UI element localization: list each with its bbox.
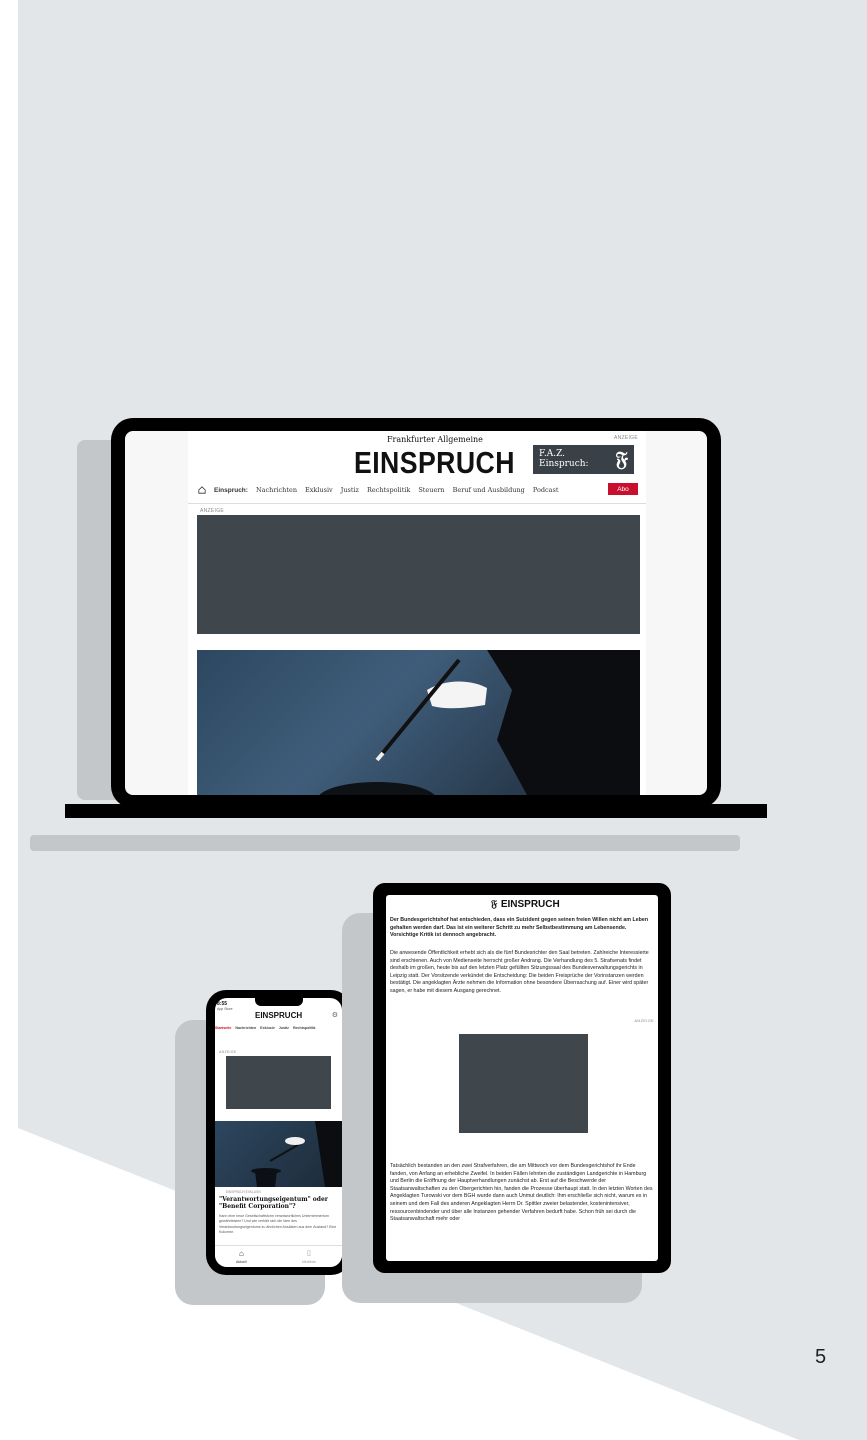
- phone-article-teaser: Kann eine neue Gesellschaftsform verantw…: [219, 1214, 337, 1235]
- nav-item-nachrichten[interactable]: Nachrichten: [256, 486, 297, 494]
- phone-tab-bar: ⌂ Aktuell ▯ Merkliste: [215, 1245, 342, 1267]
- nav-item-podcast[interactable]: Podcast: [533, 486, 559, 494]
- phone-tabs: Startseite Nachrichten Exklusiv Justiz R…: [215, 1026, 316, 1030]
- phone-screen: 8:55 App Store EINSPRUCH ⚙ Startseite Na…: [215, 998, 342, 1267]
- document-icon[interactable]: ▯: [307, 1249, 311, 1257]
- laptop-screen: ANZEIGE Frankfurter Allgemeine EINSPRUCH…: [125, 431, 707, 795]
- site-masthead[interactable]: EINSPRUCH: [354, 445, 515, 481]
- phone-ad-label: ANZEIGE: [219, 1050, 237, 1054]
- nav-item-steuern[interactable]: Steuern: [418, 486, 444, 494]
- tablet-frame: 𝔉 EINSPRUCH Der Bundesgerichtshof hat en…: [373, 883, 671, 1273]
- tablet-paragraph-1: Die anwesende Öffentlichkeit erhebt sich…: [390, 950, 649, 994]
- tablet-masthead[interactable]: 𝔉 EINSPRUCH: [491, 899, 560, 910]
- divider: [188, 503, 646, 504]
- tab-exklusiv[interactable]: Exklusiv: [260, 1026, 275, 1030]
- ad-label: ANZEIGE: [200, 508, 225, 514]
- main-navigation: Einspruch: Nachrichten Exklusiv Justiz R…: [198, 486, 558, 494]
- tablet-screen: 𝔉 EINSPRUCH Der Bundesgerichtshof hat en…: [386, 895, 658, 1261]
- phone-frame: 8:55 App Store EINSPRUCH ⚙ Startseite Na…: [206, 990, 351, 1275]
- phone-masthead[interactable]: EINSPRUCH: [255, 1011, 302, 1020]
- nav-item-beruf[interactable]: Beruf und Ausbildung: [453, 486, 525, 494]
- tablet-paragraph-2: Tatsächlich bestanden an den zwei Strafv…: [390, 1163, 653, 1223]
- faz-einspruch-banner[interactable]: F.A.Z. Einspruch: 𝔉: [533, 445, 634, 474]
- phone-hero-image[interactable]: [215, 1121, 342, 1187]
- tab-aktuell[interactable]: Aktuell: [236, 1260, 247, 1264]
- laptop-frame: ANZEIGE Frankfurter Allgemeine EINSPRUCH…: [111, 418, 721, 808]
- tab-justiz[interactable]: Justiz: [279, 1026, 289, 1030]
- faz-logo-icon: 𝔉: [615, 447, 628, 471]
- phone-article-kicker: EINSPRUCH EXKLUSIV: [226, 1190, 262, 1194]
- tablet-lead: Der Bundesgerichtshof hat entschieden, d…: [390, 917, 649, 939]
- nav-item-rechtspolitik[interactable]: Rechtspolitik: [367, 486, 410, 494]
- publisher-name: Frankfurter Allgemeine: [387, 435, 483, 444]
- nav-item-einspruch[interactable]: Einspruch:: [214, 487, 248, 494]
- phone-notch: [255, 998, 303, 1006]
- faz-logo-icon: 𝔉: [491, 899, 501, 910]
- tablet-masthead-text: EINSPRUCH: [500, 899, 560, 910]
- shelf-shadow: [30, 835, 740, 851]
- tab-merkliste[interactable]: Merkliste: [302, 1260, 316, 1264]
- home-icon[interactable]: [198, 486, 206, 494]
- hero-image-magician[interactable]: [197, 650, 640, 795]
- tablet-ad-label: ANZEIGE: [634, 1018, 654, 1023]
- tab-startseite[interactable]: Startseite: [215, 1026, 231, 1030]
- ad-label-top: ANZEIGE: [613, 435, 638, 441]
- nav-item-justiz[interactable]: Justiz: [341, 486, 359, 494]
- nav-item-exklusiv[interactable]: Exklusiv: [305, 486, 333, 494]
- laptop-base: [65, 804, 767, 818]
- tab-nachrichten[interactable]: Nachrichten: [235, 1026, 256, 1030]
- desktop-webpage: ANZEIGE Frankfurter Allgemeine EINSPRUCH…: [188, 431, 646, 795]
- phone-back-label[interactable]: App Store: [217, 1007, 233, 1011]
- phone-article-title[interactable]: "Verantwortungseigentum" oder "Benefit C…: [219, 1196, 339, 1210]
- settings-icon[interactable]: ⚙: [332, 1011, 338, 1019]
- home-icon[interactable]: ⌂: [239, 1249, 244, 1258]
- tab-rechtspolitik[interactable]: Rechtspolitik: [293, 1026, 316, 1030]
- phone-ad-placeholder[interactable]: [226, 1056, 331, 1109]
- page-number: 5: [815, 1346, 827, 1368]
- tablet-ad-placeholder[interactable]: [459, 1034, 588, 1133]
- abo-button[interactable]: Abo: [608, 483, 638, 495]
- ad-placeholder[interactable]: [197, 515, 640, 634]
